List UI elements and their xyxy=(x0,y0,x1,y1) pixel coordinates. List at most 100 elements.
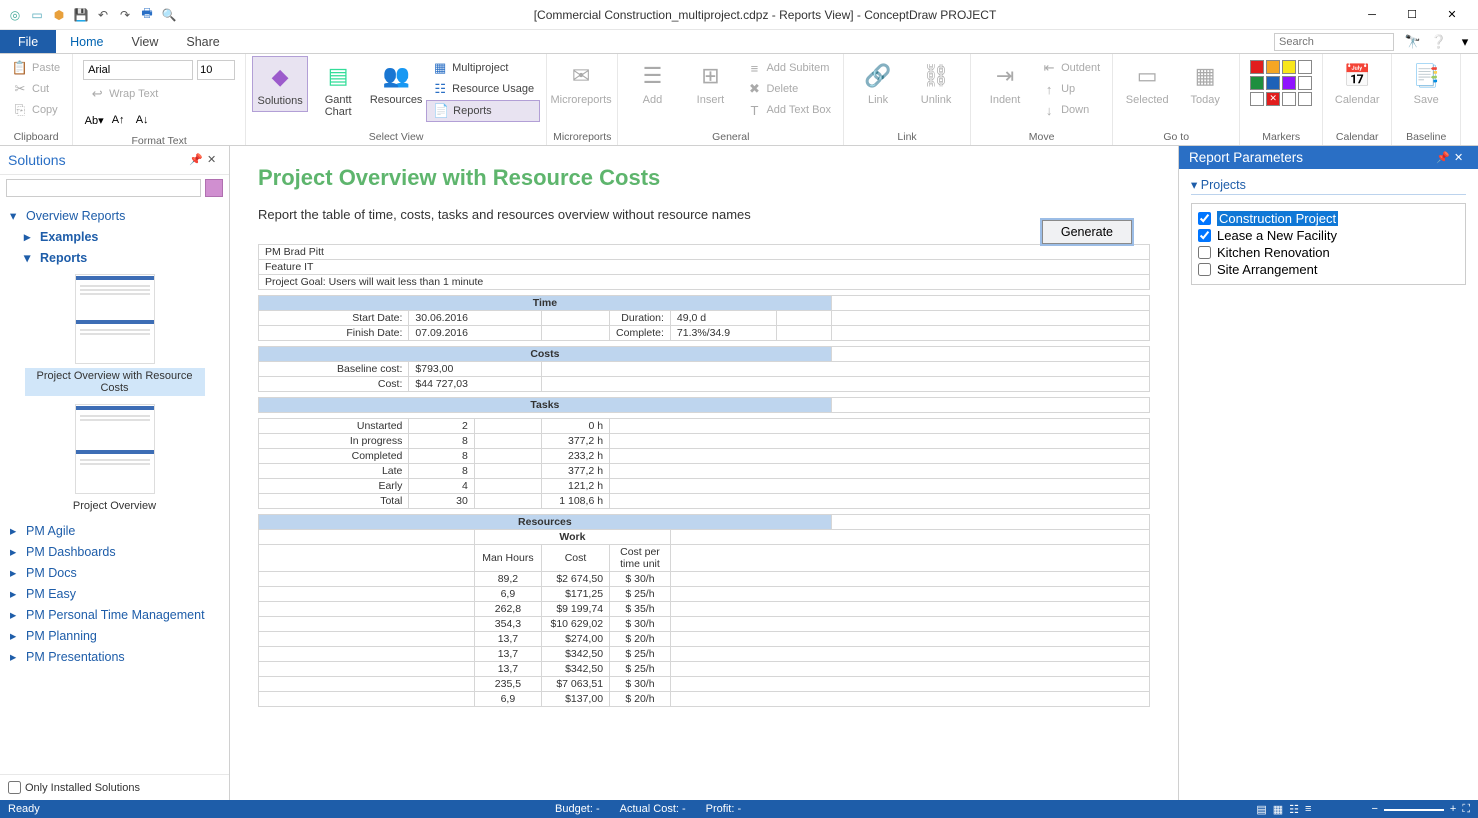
ribbon-search-input[interactable] xyxy=(1274,33,1394,51)
solutions-icon: ◆ xyxy=(264,61,296,93)
wrap-text-button[interactable]: ↩Wrap Text xyxy=(83,84,164,104)
tree-cat-0[interactable]: ▸PM Agile xyxy=(6,520,223,541)
qat-undo-icon[interactable]: ↶ xyxy=(94,6,112,24)
insert-button[interactable]: ⊞Insert xyxy=(682,56,738,110)
zoom-out-icon[interactable]: − xyxy=(1371,803,1377,816)
projects-heading[interactable]: ▾ Projects xyxy=(1191,177,1466,195)
find-button[interactable]: 🔭Find xyxy=(1467,56,1478,110)
zoom-in-icon[interactable]: + xyxy=(1450,803,1456,816)
thumbnail-label-2[interactable]: Project Overview xyxy=(71,498,158,514)
solutions-search-input[interactable] xyxy=(6,179,201,197)
qat-redo-icon[interactable]: ↷ xyxy=(116,6,134,24)
tree-reports[interactable]: ▾Reports xyxy=(6,247,223,268)
status-view-icon-4[interactable]: ≡ xyxy=(1305,803,1311,816)
font-grow-button[interactable]: A↑ xyxy=(107,110,129,130)
add-textbox-button[interactable]: TAdd Text Box xyxy=(740,100,837,120)
font-shrink-button[interactable]: A↓ xyxy=(131,110,153,130)
only-installed-checkbox[interactable]: Only Installed Solutions xyxy=(0,774,229,800)
report-thumbnail-1[interactable] xyxy=(75,274,155,364)
link-icon: 🔗 xyxy=(862,60,894,92)
status-view-icon-2[interactable]: ▦ xyxy=(1273,803,1283,816)
solutions-button[interactable]: ◆Solutions xyxy=(252,56,308,112)
thumbnail-label-1[interactable]: Project Overview with Resource Costs xyxy=(25,368,205,396)
delete-button[interactable]: ✖Delete xyxy=(740,79,837,99)
table-row: Completed8233,2 h xyxy=(259,448,1150,463)
tree-cat-5[interactable]: ▸PM Planning xyxy=(6,625,223,646)
collapse-ribbon-icon[interactable]: ▾ xyxy=(1455,32,1475,52)
down-icon: ↓ xyxy=(1041,102,1057,118)
table-row: 89,2$2 674,50$ 30/h xyxy=(259,571,1150,586)
indent-button[interactable]: ⇥Indent xyxy=(977,56,1033,110)
project-checkbox-item[interactable]: Kitchen Renovation xyxy=(1198,244,1459,261)
qat-preview-icon[interactable]: 🔍 xyxy=(160,6,178,24)
goto-selected-button[interactable]: ▭Selected xyxy=(1119,56,1175,110)
tree-cat-4[interactable]: ▸PM Personal Time Management xyxy=(6,604,223,625)
file-tab[interactable]: File xyxy=(0,30,56,53)
unlink-button[interactable]: ⛓Unlink xyxy=(908,56,964,110)
qat-icon-target[interactable]: ◎ xyxy=(6,6,24,24)
maximize-button[interactable]: ☐ xyxy=(1398,4,1426,26)
add-button[interactable]: ☰Add xyxy=(624,56,680,110)
font-select[interactable] xyxy=(83,60,193,80)
multiproject-button[interactable]: ▦Multiproject xyxy=(426,58,540,78)
resources-button[interactable]: 👥Resources xyxy=(368,56,424,110)
font-size-select[interactable] xyxy=(197,60,235,80)
qat-save-icon[interactable]: 💾 xyxy=(72,6,90,24)
copy-button[interactable]: ⎘Copy xyxy=(6,100,66,120)
baseline-icon: 📑 xyxy=(1410,60,1442,92)
generate-button[interactable]: Generate xyxy=(1042,220,1132,244)
ribbon-group-calendar: 📅Calendar Calendar xyxy=(1323,54,1392,145)
project-checkbox-item[interactable]: Lease a New Facility xyxy=(1198,227,1459,244)
move-down-button[interactable]: ↓Down xyxy=(1035,100,1106,120)
tree-cat-3[interactable]: ▸PM Easy xyxy=(6,583,223,604)
qat-icon-shield[interactable]: ⬢ xyxy=(50,6,68,24)
report-thumbnail-2[interactable] xyxy=(75,404,155,494)
pin-icon[interactable]: 📌 xyxy=(189,153,203,167)
cut-button[interactable]: ✂Cut xyxy=(6,79,66,99)
font-color-button[interactable]: Ab▾ xyxy=(83,110,105,130)
reports-button[interactable]: 📄Reports xyxy=(426,100,540,122)
tree-cat-1[interactable]: ▸PM Dashboards xyxy=(6,541,223,562)
binoculars-icon[interactable]: 🔭 xyxy=(1403,32,1423,52)
baseline-save-button[interactable]: 📑Save xyxy=(1398,56,1454,110)
project-checkbox-item[interactable]: Site Arrangement xyxy=(1198,261,1459,278)
status-view-icon-3[interactable]: ☷ xyxy=(1289,803,1299,816)
projects-list: Construction ProjectLease a New Facility… xyxy=(1191,203,1466,285)
params-close-icon[interactable]: ✕ xyxy=(1454,151,1468,165)
gantt-chart-button[interactable]: ▤Gantt Chart xyxy=(310,56,366,122)
tree-overview-reports[interactable]: ▾Overview Reports xyxy=(6,205,223,226)
tab-share[interactable]: Share xyxy=(172,30,233,53)
markers-grid[interactable]: ✕ xyxy=(1246,56,1316,110)
microreports-button[interactable]: ✉Microreports xyxy=(553,56,609,110)
minimize-button[interactable]: ─ xyxy=(1358,4,1386,26)
close-panel-icon[interactable]: ✕ xyxy=(207,153,221,167)
paste-icon: 📋 xyxy=(12,60,28,76)
zoom-slider[interactable] xyxy=(1384,809,1444,816)
goto-today-button[interactable]: ▦Today xyxy=(1177,56,1233,110)
zoom-fit-icon[interactable]: ⛶ xyxy=(1462,803,1470,816)
add-subitem-button[interactable]: ≡Add Subitem xyxy=(740,58,837,78)
tab-view[interactable]: View xyxy=(118,30,173,53)
calendar-button[interactable]: 📅Calendar xyxy=(1329,56,1385,110)
move-up-button[interactable]: ↑Up xyxy=(1035,79,1106,99)
table-row: In progress8377,2 h xyxy=(259,433,1150,448)
outdent-button[interactable]: ⇤Outdent xyxy=(1035,58,1106,78)
close-button[interactable]: ✕ xyxy=(1438,4,1466,26)
tree-examples[interactable]: ▸Examples xyxy=(6,226,223,247)
resource-usage-button[interactable]: ☷Resource Usage xyxy=(426,79,540,99)
wrap-icon: ↩ xyxy=(89,86,105,102)
qat-print-icon[interactable]: 🖶 xyxy=(138,6,156,24)
params-pin-icon[interactable]: 📌 xyxy=(1436,151,1450,165)
microreports-icon: ✉ xyxy=(565,60,597,92)
link-button[interactable]: 🔗Link xyxy=(850,56,906,110)
help-icon[interactable]: ❔ xyxy=(1429,32,1449,52)
tab-home[interactable]: Home xyxy=(56,30,117,53)
project-checkbox-item[interactable]: Construction Project xyxy=(1198,210,1459,227)
tree-cat-6[interactable]: ▸PM Presentations xyxy=(6,646,223,667)
tree-cat-2[interactable]: ▸PM Docs xyxy=(6,562,223,583)
paste-button[interactable]: 📋Paste xyxy=(6,58,66,78)
indent-icon: ⇥ xyxy=(989,60,1021,92)
solutions-search-button[interactable] xyxy=(205,179,223,197)
qat-icon-window[interactable]: ▭ xyxy=(28,6,46,24)
status-view-icon-1[interactable]: ▤ xyxy=(1256,803,1266,816)
